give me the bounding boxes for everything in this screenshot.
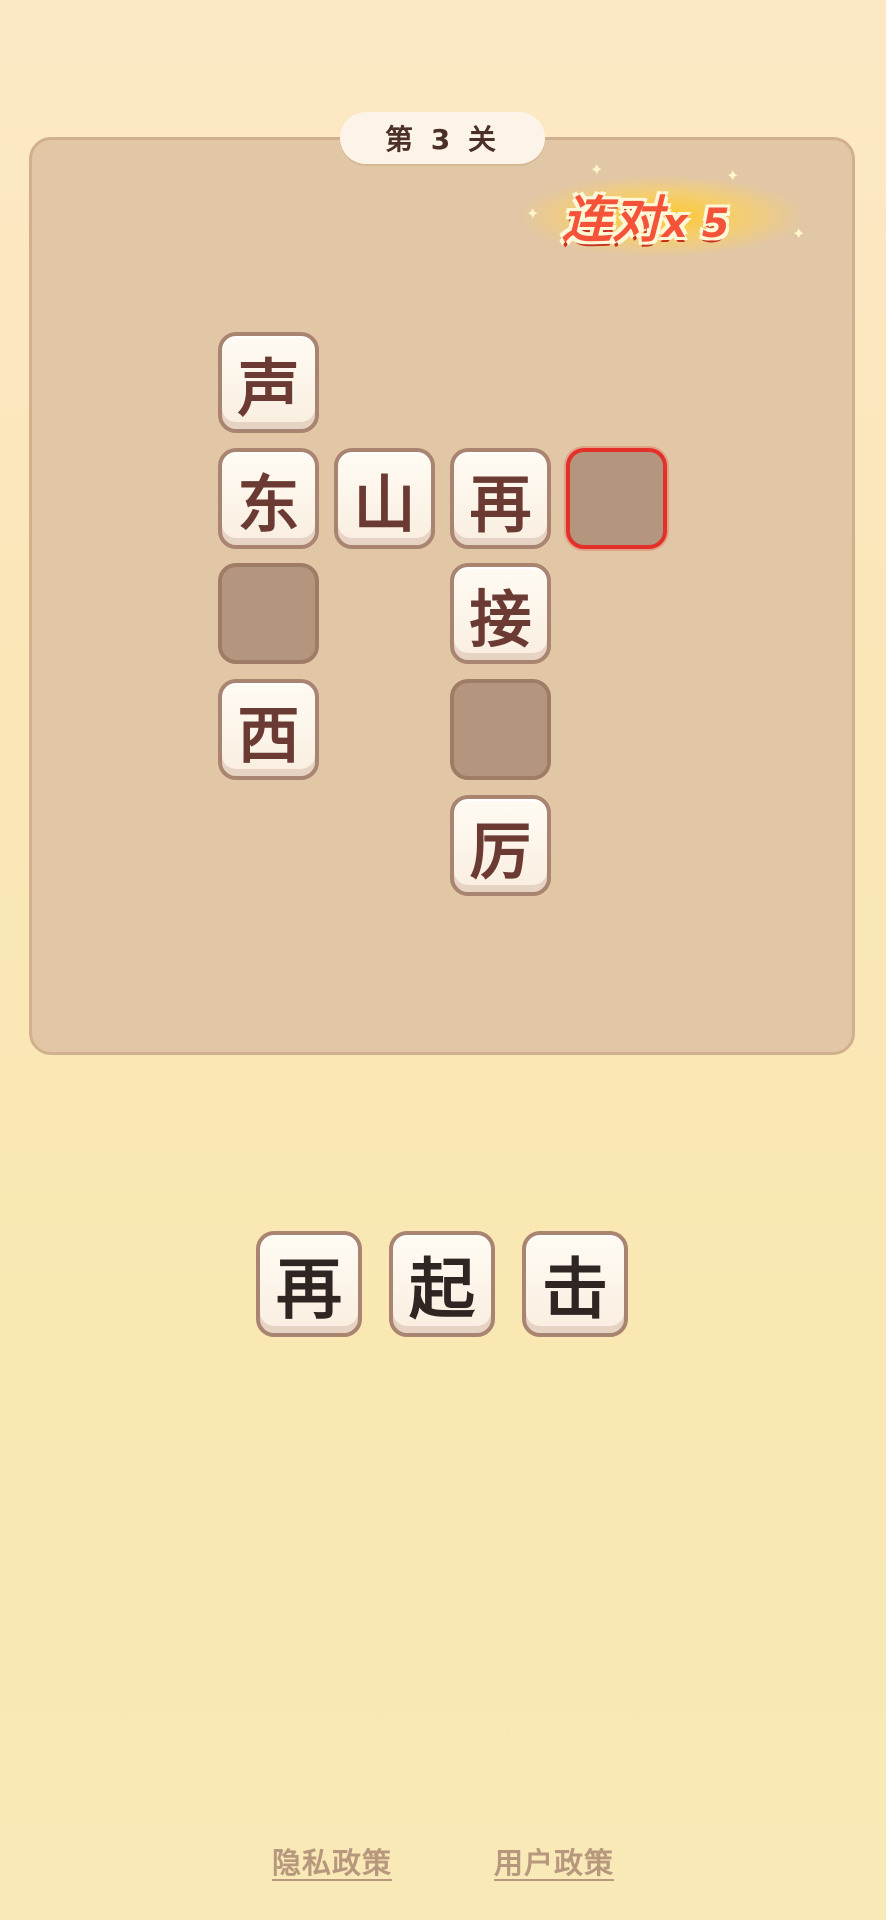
grid-slot-r3c2[interactable]	[450, 679, 551, 780]
grid-tile-r1c2[interactable]: 再	[450, 448, 551, 549]
grid-tile-r4c2[interactable]: 厉	[450, 795, 551, 896]
sparkle-icon: ✦	[526, 204, 540, 223]
level-indicator: 第 3 关	[340, 112, 545, 164]
grid-tile-r3c0[interactable]: 西	[218, 679, 319, 780]
combo-label: 连对	[562, 191, 662, 249]
sparkle-icon: ✦	[792, 224, 806, 243]
choice-tile-2[interactable]: 起	[389, 1231, 495, 1337]
combo-multiplier: x 5	[662, 201, 730, 247]
combo-text: 连对x 5	[562, 180, 730, 252]
choice-tile-1[interactable]: 再	[256, 1231, 362, 1337]
sparkle-icon: ✦	[590, 160, 604, 179]
grid-tile-r0c0[interactable]: 声	[218, 332, 319, 433]
grid-tile-r1c0[interactable]: 东	[218, 448, 319, 549]
privacy-policy-link[interactable]: 隐私政策	[272, 1840, 392, 1882]
choice-tile-3[interactable]: 击	[522, 1231, 628, 1337]
user-policy-link[interactable]: 用户政策	[494, 1840, 614, 1882]
grid-slot-r2c0[interactable]	[218, 563, 319, 664]
grid-slot-r1c3-selected[interactable]	[566, 448, 667, 549]
puzzle-board	[29, 137, 855, 1055]
combo-badge: ✦ ✦ ✦ ✦ 连对x 5	[522, 160, 806, 264]
grid-tile-r1c1[interactable]: 山	[334, 448, 435, 549]
grid-tile-r2c2[interactable]: 接	[450, 563, 551, 664]
